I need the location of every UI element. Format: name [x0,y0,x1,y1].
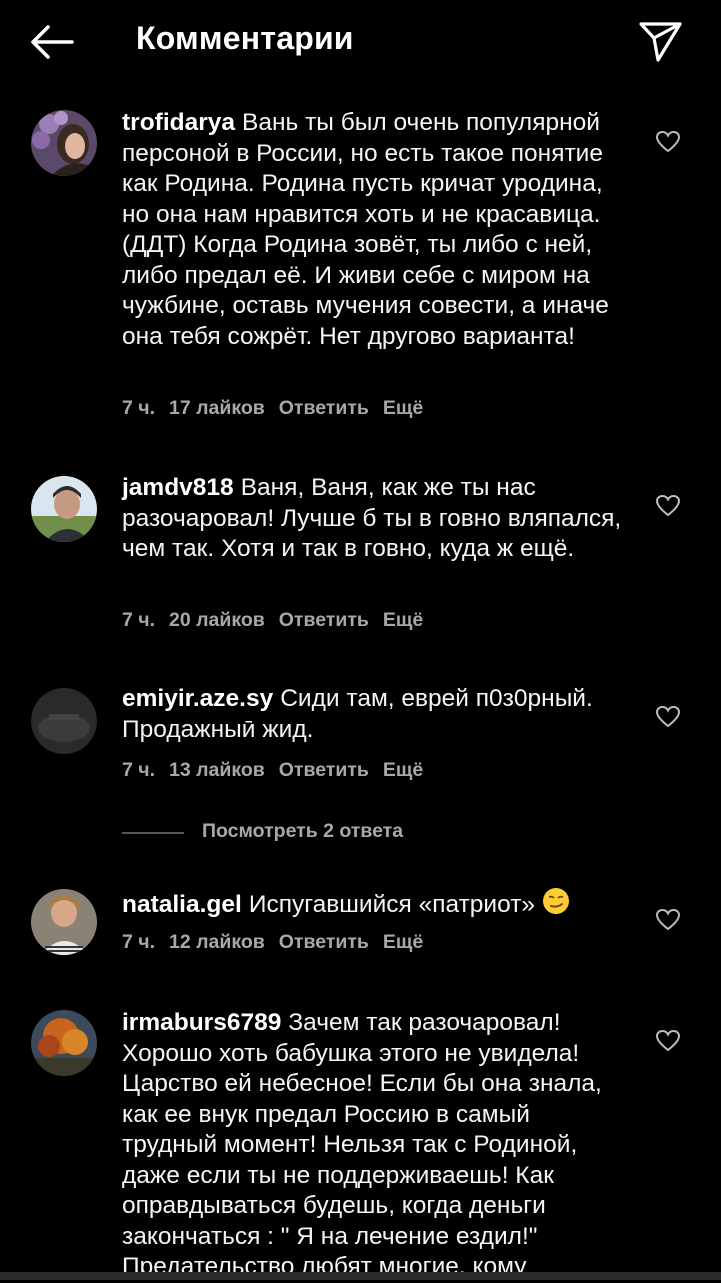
comment-username[interactable]: jamdv818 [122,474,234,501]
avatar[interactable] [31,476,97,542]
avatar[interactable] [31,688,97,754]
likes-count[interactable]: 13 лайков [169,759,265,781]
comment-body: Зачем так разочаровал! Хорошо хоть бабуш… [122,1009,602,1280]
reply-button[interactable]: Ответить [279,759,369,781]
comment-username[interactable]: irmaburs6789 [122,1009,281,1036]
header-bar: Комментарии [0,0,721,84]
avatar[interactable] [31,889,97,955]
more-button[interactable]: Ещё [383,609,423,631]
bottom-fade [0,1272,721,1280]
page-title: Комментарии [136,20,354,56]
comment-username[interactable]: natalia.gel [122,891,242,918]
smirking-face-emoji [542,887,570,924]
comment-text: irmaburs6789 Зачем так разочаровал! Хорош… [122,1008,627,1283]
likes-count[interactable]: 12 лайков [169,931,265,953]
replies-divider [122,832,184,834]
likes-count[interactable]: 20 лайков [169,609,265,631]
comment-text: trofidarya Вань ты был очень популярной п… [122,108,627,352]
back-arrow-icon[interactable] [28,22,78,62]
comment-time: 7 ч. [122,397,156,419]
reply-button[interactable]: Ответить [279,931,369,953]
comment-text: jamdv818 Ваня, Ваня, как же ты нас разоча… [122,473,627,565]
reply-button[interactable]: Ответить [279,609,369,631]
avatar[interactable] [31,110,97,176]
comment-username[interactable]: trofidarya [122,109,235,136]
heart-outline-icon[interactable] [655,494,681,518]
heart-outline-icon[interactable] [655,1029,681,1053]
heart-outline-icon[interactable] [655,705,681,729]
comment-username[interactable]: emiyir.aze.sy [122,685,273,712]
heart-outline-icon[interactable] [655,130,681,154]
view-replies-link[interactable]: Посмотреть 2 ответа [202,820,403,843]
more-button[interactable]: Ещё [383,397,423,419]
more-button[interactable]: Ещё [383,931,423,953]
comment-body: Вань ты был очень популярной персоной в … [122,109,609,350]
comment-body: Испугавшийся «патриот» [248,891,536,918]
comment-text: natalia.gel Испугавшийся «патриот» [122,887,627,924]
comment-meta: 7 ч. 12 лайков Ответить Ещё [122,931,437,954]
comment-time: 7 ч. [122,759,156,781]
avatar[interactable] [31,1010,97,1076]
likes-count[interactable]: 17 лайков [169,397,265,419]
comment-time: 7 ч. [122,609,156,631]
more-button[interactable]: Ещё [383,759,423,781]
paper-plane-icon[interactable] [636,18,686,64]
heart-outline-icon[interactable] [655,908,681,932]
comment-meta: 7 ч. 13 лайков Ответить Ещё [122,759,437,782]
comment-meta: 7 ч. 20 лайков Ответить Ещё [122,609,437,632]
reply-button[interactable]: Ответить [279,397,369,419]
comment-time: 7 ч. [122,931,156,953]
comment-text: emiyir.aze.sy Сиди там, еврей п0з0рный. П… [122,684,627,745]
comment-meta: 7 ч. 17 лайков Ответить Ещё [122,397,437,420]
